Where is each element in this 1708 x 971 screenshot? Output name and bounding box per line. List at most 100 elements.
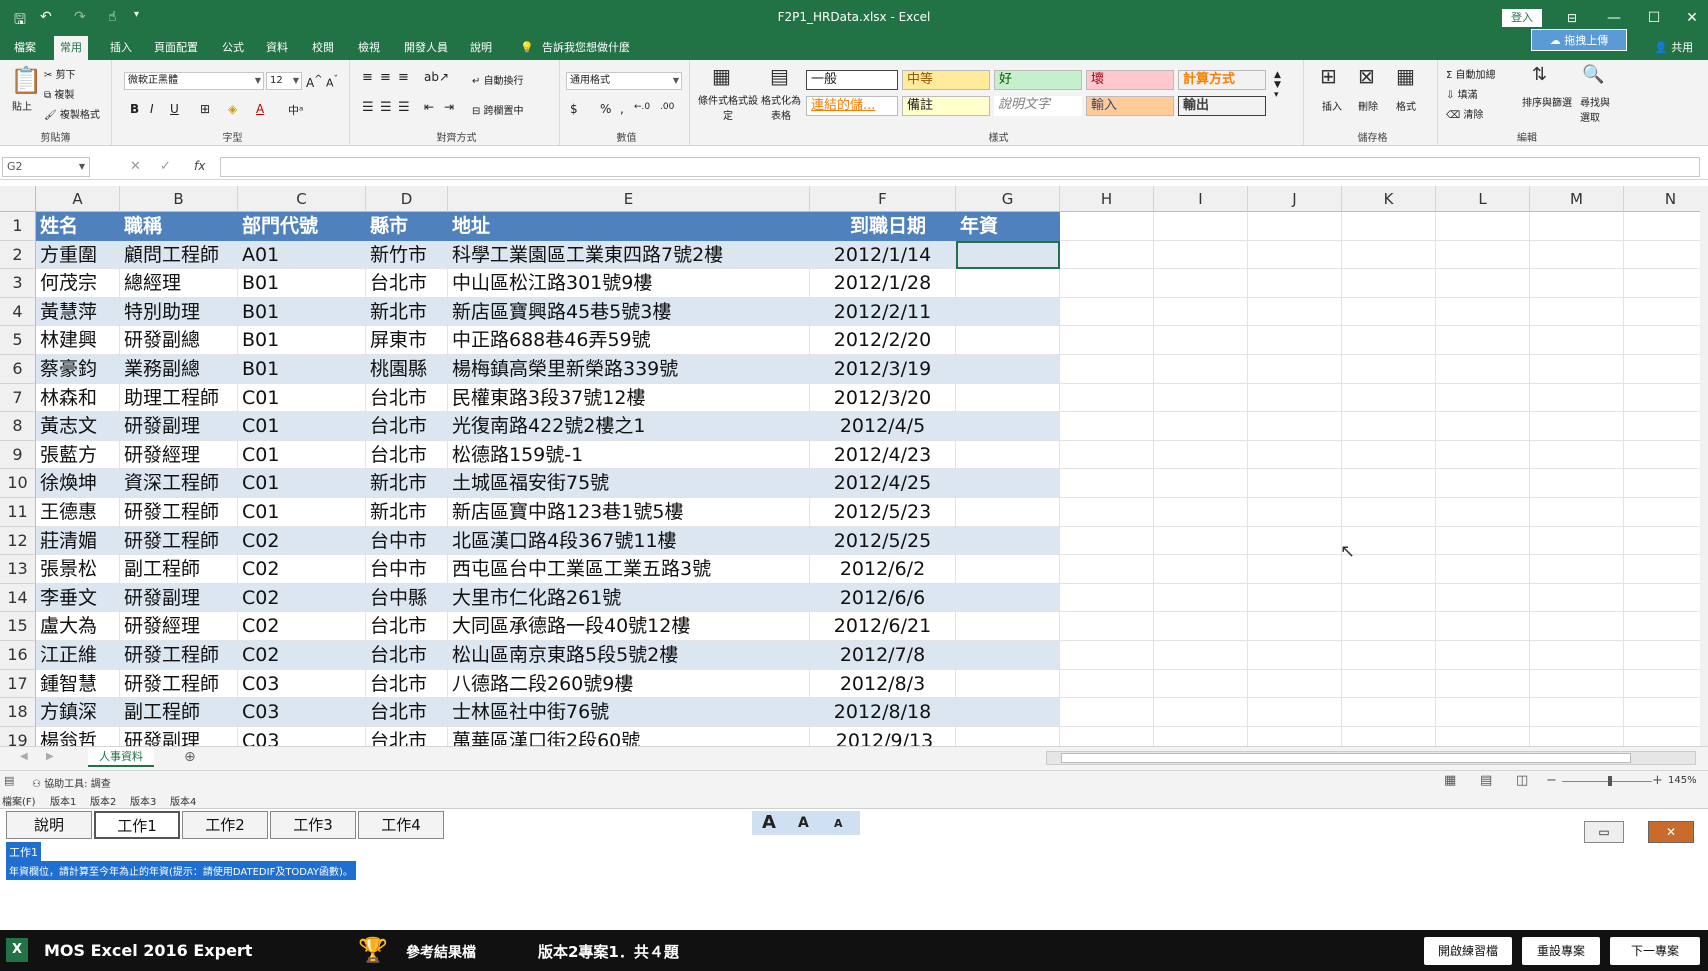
column-header[interactable]: N [1624,186,1708,212]
tab-formulas[interactable]: 公式 [216,36,250,60]
grid-cell[interactable] [1154,641,1248,670]
border-icon[interactable]: ⊞ [200,102,210,116]
increase-indent-icon[interactable]: ⇥ [444,100,454,114]
grid-cell[interactable] [1342,212,1436,241]
grid-cell[interactable] [1436,383,1530,413]
table-cell[interactable]: 林森和 [36,383,120,413]
tab-home[interactable]: 常用 [54,36,88,60]
shrink-font-icon[interactable]: Aˇ [326,74,338,90]
percent-icon[interactable]: % [600,102,611,116]
grid-cell[interactable] [1342,669,1436,699]
table-cell[interactable]: 研發經理 [120,440,238,470]
tab-task-1[interactable]: 工作1 [94,811,180,839]
table-cell[interactable] [956,726,1060,746]
table-cell[interactable]: C01 [238,469,366,498]
table-cell[interactable] [956,297,1060,327]
horizontal-scrollbar[interactable] [1046,751,1696,765]
style-input[interactable]: 輸入 [1086,96,1174,116]
table-cell[interactable]: 大同區承德路一段40號12樓 [448,612,810,641]
header-cell[interactable]: 部門代號 [238,212,366,241]
version-file-menu[interactable]: 檔案(F) [2,793,36,808]
table-cell[interactable]: 黃志文 [36,412,120,441]
table-cell[interactable]: 八德路二段260號9樓 [448,669,810,699]
row-header[interactable]: 19 [0,726,36,746]
wrap-text-button[interactable]: ↵ 自動換行 [472,72,524,87]
table-cell[interactable]: 盧大為 [36,612,120,641]
row-header[interactable]: 17 [0,669,36,699]
copy-button[interactable]: ⧉ 複製 [44,86,74,101]
grid-cell[interactable] [1342,583,1436,613]
column-header[interactable]: H [1060,186,1154,212]
conditional-format-button[interactable]: 條件式格式設定 [698,92,758,122]
grid-cell[interactable] [1436,412,1530,441]
grid-cell[interactable] [1248,669,1342,699]
grid-cell[interactable] [1436,669,1530,699]
table-cell[interactable]: 新竹市 [366,240,448,270]
grid-cell[interactable] [1530,641,1624,670]
grid-cell[interactable] [1436,698,1530,727]
grid-cell[interactable] [1342,612,1436,641]
align-top-icon[interactable]: ≡ [362,70,373,85]
table-cell[interactable]: 新北市 [366,498,448,527]
style-note[interactable]: 備註 [902,96,990,116]
grid-cell[interactable] [1530,240,1624,270]
table-cell[interactable]: 2012/6/21 [810,612,956,641]
grid-cell[interactable] [1624,527,1708,556]
grid-cell[interactable] [1060,469,1154,498]
close-panel-button[interactable]: ✕ [1648,821,1694,843]
row-header[interactable]: 18 [0,698,36,727]
grid-cell[interactable] [1342,383,1436,413]
grid-cell[interactable] [1624,670,1708,699]
select-all-corner[interactable] [0,186,36,212]
italic-icon[interactable]: I [150,102,154,116]
grid-cell[interactable] [1530,326,1624,355]
font-color-icon[interactable]: A [256,102,264,116]
open-practice-button[interactable]: 開啟練習檔 [1424,937,1512,965]
grid-cell[interactable] [1436,726,1530,746]
table-cell[interactable] [956,498,1060,527]
grid-cell[interactable] [1436,612,1530,641]
table-cell[interactable]: 北區漢口路4段367號11樓 [448,526,810,556]
column-header[interactable]: I [1154,186,1248,212]
font-size-medium[interactable]: A [798,815,809,831]
table-cell[interactable]: 台北市 [366,269,448,298]
version-2[interactable]: 版本2 [90,793,116,808]
increase-decimal-icon[interactable]: ←.0 [634,102,650,112]
grid-cell[interactable] [1624,641,1708,670]
grid-cell[interactable] [1248,698,1342,727]
grid-cell[interactable] [1154,612,1248,641]
share-upload-button[interactable]: ☁ 拖拽上傳 [1531,29,1627,51]
table-cell[interactable] [956,326,1060,355]
share-button[interactable]: 👤 共用 [1648,36,1699,60]
grid-cell[interactable] [1530,583,1624,613]
table-cell[interactable]: 台北市 [366,698,448,727]
table-cell[interactable] [956,555,1060,584]
column-header[interactable]: L [1436,186,1530,212]
table-cell[interactable]: 林建興 [36,326,120,355]
vertical-scrollbar[interactable] [1700,186,1708,746]
grid-cell[interactable] [1624,584,1708,613]
zoom-slider[interactable] [1562,776,1652,786]
insert-cells-button[interactable]: 插入 [1322,98,1342,113]
table-cell[interactable]: 顧問工程師 [120,240,238,270]
align-middle-icon[interactable]: ≡ [380,70,391,85]
grid-cell[interactable] [1154,240,1248,270]
column-header[interactable]: F [810,186,956,212]
row-header[interactable]: 16 [0,641,36,670]
grid-cell[interactable] [1624,727,1708,746]
grid-cell[interactable] [1154,555,1248,584]
table-cell[interactable]: 2012/5/23 [810,498,956,527]
grid-cell[interactable] [1436,440,1530,470]
grid-cell[interactable] [1154,212,1248,241]
grid-cell[interactable] [1530,726,1624,746]
grid-cell[interactable] [1436,355,1530,384]
grid-cell[interactable] [1342,355,1436,384]
grid-cell[interactable] [1342,297,1436,327]
grid-cell[interactable] [1436,269,1530,298]
clear-button[interactable]: ⌫ 清除 [1446,106,1483,121]
minimize-icon[interactable]: — [1594,8,1634,28]
format-painter-button[interactable]: 🖌 複製格式 [44,106,100,121]
grid-cell[interactable] [1154,355,1248,384]
align-center-icon[interactable]: ☰ [380,100,392,115]
table-cell[interactable]: 2012/4/5 [810,412,956,441]
